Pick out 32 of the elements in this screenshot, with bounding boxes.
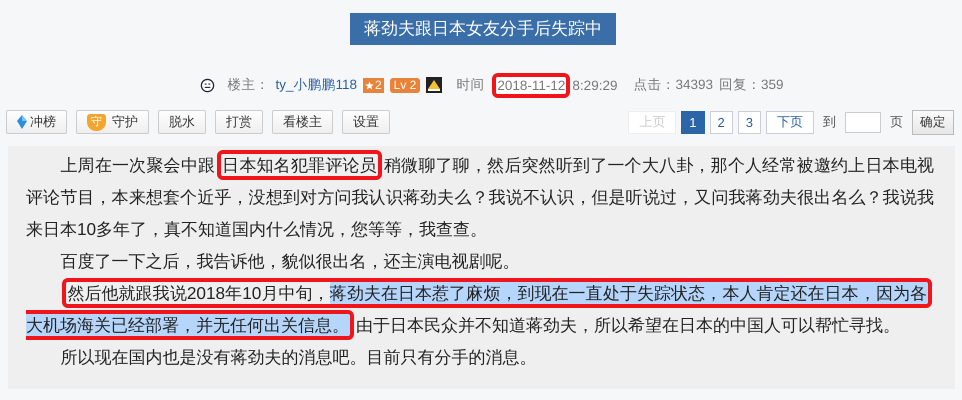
medal-icon	[426, 77, 442, 93]
owner-label: 楼主：	[227, 76, 270, 94]
diamond-icon	[17, 115, 27, 129]
toolbar-button[interactable]: 脱水	[158, 110, 206, 134]
username-link[interactable]: ty_小鹏鹏118	[275, 76, 357, 94]
toolbar-button[interactable]: 冲榜	[6, 110, 67, 134]
toolbar-button[interactable]: 看楼主	[272, 110, 333, 134]
level-badge: Lv 2	[390, 78, 420, 92]
post-time: 8:29:29	[572, 78, 618, 92]
post-paragraph: 上周在一次聚会中跟 日本知名犯罪评论员 稍微聊了聊，然后突然听到了一个大八卦，那个人经常被邀约上日本电视评论节目，本来想套个近乎，没想到对方问我认识蒋劲夫么？我说不认识，但是听说过，又问我蒋劲夫很出名么？我说我来日本10多年了，真不知道国内什么情况，您等等，我查查。	[26, 149, 934, 245]
toolbar-button[interactable]: 设置	[342, 110, 390, 134]
confirm-button[interactable]: 确定	[912, 110, 954, 134]
smiley-icon	[200, 78, 216, 92]
time-label: 时间	[456, 76, 484, 94]
page-label: 页	[890, 113, 903, 131]
page-number[interactable]: 1	[681, 110, 705, 134]
post-paragraph: 所以现在国内也是没有蒋劲夫的消息吧。目前只有分手的消息。	[59, 346, 538, 369]
post-date: 2018-11-12	[492, 72, 570, 98]
page-number[interactable]: 2	[710, 110, 733, 134]
goto-label: 到	[823, 113, 836, 131]
toolbar-button[interactable]: 打赏	[215, 110, 263, 134]
toolbar-button[interactable]: 守 守护	[76, 110, 149, 134]
post-paragraph: 百度了一下之后，我告诉他，貌似很出名，还主演电视剧呢。	[59, 250, 520, 273]
page-input-field[interactable]	[845, 112, 881, 132]
post-paragraph: 然后他就跟我说2018年10月中旬，蒋劲夫在日本惹了麻烦，到现在一直处于失踪状态，本人肯定还在日本，因为各大机场海关已经部署，并无任何出关信息。 由于日本民众并不知道蒋劲夫，所以希望在日本的中国人可以帮忙寻找。	[26, 277, 934, 341]
post-title: 蒋劲夫跟日本女友分手后失踪中	[350, 13, 616, 45]
shield-icon: 守	[87, 114, 106, 130]
reply-count: 回复：359	[719, 76, 784, 94]
rank-badge: 2	[362, 78, 384, 92]
click-count: 点击：34393	[633, 76, 714, 94]
next-page-button[interactable]: 下页	[766, 110, 814, 134]
page-number[interactable]: 3	[738, 110, 761, 134]
